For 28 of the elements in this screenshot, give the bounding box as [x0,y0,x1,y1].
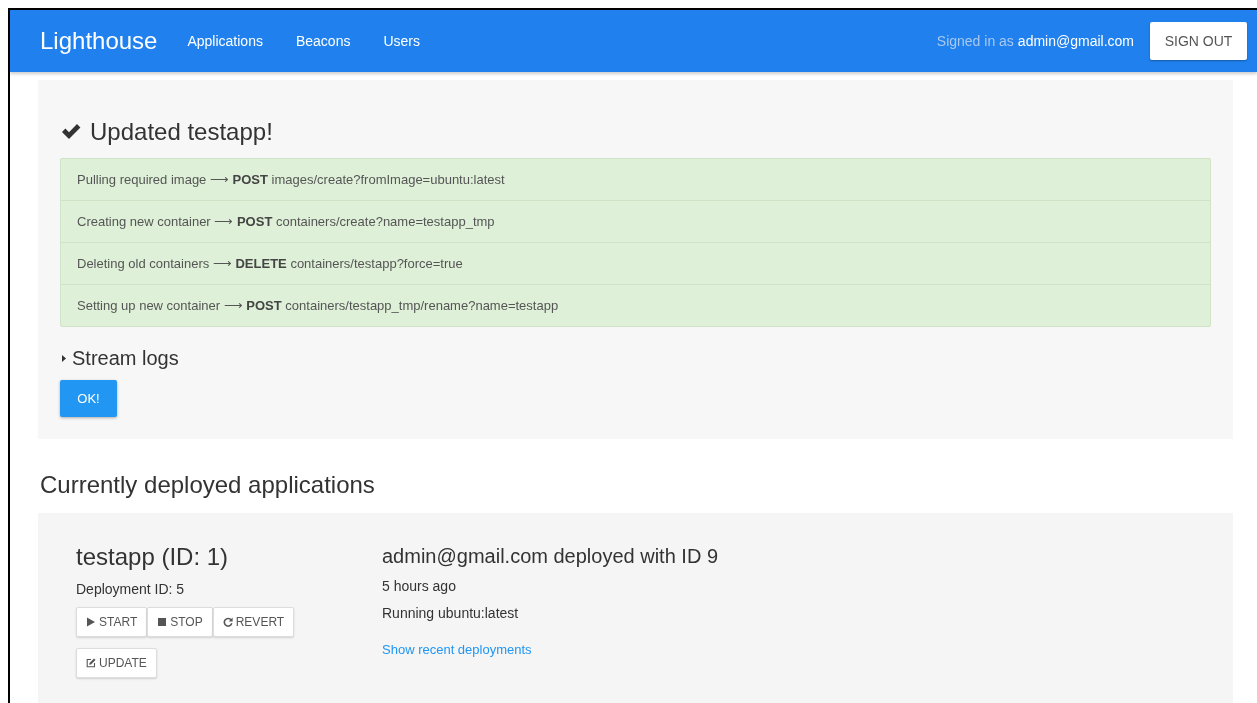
section-heading: Currently deployed applications [40,471,376,499]
step-row: Creating new container ⟶ POST containers/create?name=testapp_tmp [61,200,1210,242]
action-button[interactable]: STOP [147,607,213,637]
running-image: Running ubuntu:latest [382,605,520,621]
stream-logs-toggle[interactable]: Stream logs [60,347,1211,370]
nav-link[interactable]: Applications [187,33,263,49]
step-row-text: Pulling required image ⟶ POST images/create?fromImage=ubuntu:latest [76,171,506,189]
user-email: admin@gmail.com [1017,33,1134,49]
refresh-icon [222,617,233,627]
nav-link[interactable]: Users [383,33,420,49]
brand-link[interactable]: Lighthouse [40,27,158,55]
stream-logs-label: Stream logs [72,347,179,370]
sign-out-button[interactable]: SIGN OUT [1150,22,1247,60]
nav-link[interactable]: Beacons [295,33,351,49]
app-name: testapp (ID: 1) [76,543,230,571]
step-row: Setting up new container ⟶ POST containers/testapp_tmp/rename?name=testapp [61,284,1210,326]
update-title: Updated testapp! [90,118,273,146]
deployment-id: Deployment ID: 5 [76,581,186,597]
play-icon [86,617,96,627]
deployment-summary: admin@gmail.com deployed with ID 9 [382,545,718,568]
deployment-time: 5 hours ago [382,578,457,594]
action-button[interactable]: REVERT [212,607,295,637]
step-row: Deleting old containers ⟶ DELETE containers/testapp?force=true [61,242,1210,284]
signed-in-label: Signed in as [936,33,1014,49]
edit-icon [86,658,96,668]
action-button[interactable]: START [76,607,148,637]
update-button[interactable]: UPDATE [76,648,157,678]
stop-icon [157,617,168,627]
